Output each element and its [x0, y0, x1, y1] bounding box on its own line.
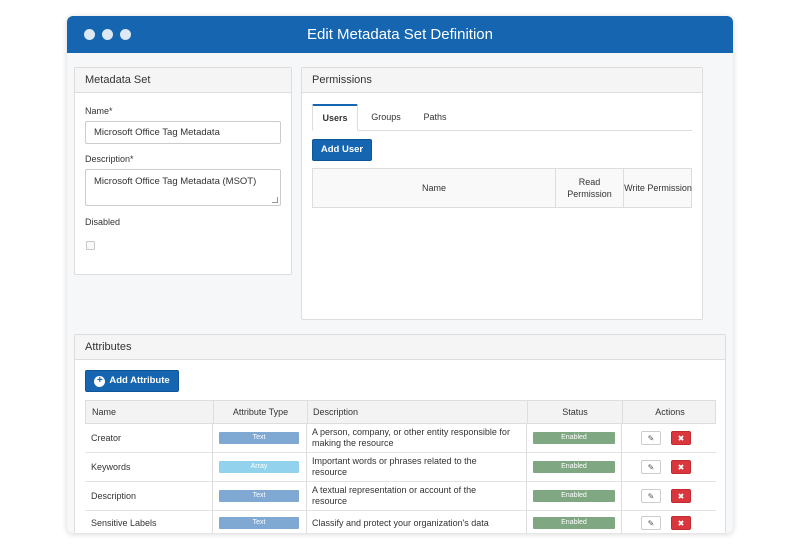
tab-groups[interactable]: Groups	[364, 104, 408, 131]
add-user-button[interactable]: Add User	[312, 139, 372, 161]
column-divider	[621, 453, 622, 481]
close-icon: ✖	[677, 491, 685, 501]
tab-users[interactable]: Users	[312, 104, 358, 131]
column-divider	[212, 424, 213, 452]
column-header-status[interactable]: Status	[528, 401, 622, 423]
column-divider	[621, 482, 622, 510]
permissions-heading: Permissions	[302, 68, 702, 93]
close-icon: ✖	[677, 433, 685, 443]
tab-paths[interactable]: Paths	[416, 104, 454, 131]
plus-circle-icon: +	[94, 375, 106, 387]
column-header-name[interactable]: Name	[92, 401, 212, 423]
column-divider	[306, 424, 307, 452]
app-window: Edit Metadata Set Definition Metadata Se…	[67, 16, 733, 533]
column-divider	[212, 511, 213, 533]
column-divider	[526, 482, 527, 510]
description-label: Description*	[85, 154, 134, 164]
name-input[interactable]	[85, 121, 281, 144]
column-divider	[621, 511, 622, 533]
attributes-heading: Attributes	[75, 335, 725, 360]
disabled-checkbox[interactable]	[86, 241, 95, 250]
column-header-name[interactable]: Name	[313, 169, 555, 207]
add-attribute-label: Add Attribute	[109, 375, 170, 386]
attribute-description: Classify and protect your organization's…	[312, 518, 489, 528]
add-attribute-button[interactable]: + Add Attribute	[85, 370, 179, 392]
column-divider	[212, 453, 213, 481]
column-header-attribute-type[interactable]: Attribute Type	[214, 401, 307, 423]
edit-button[interactable]: ✎	[641, 516, 661, 530]
attribute-name: Keywords	[91, 462, 131, 472]
column-divider	[212, 482, 213, 510]
column-header-actions: Actions	[655, 407, 685, 417]
column-divider	[526, 511, 527, 533]
content-area: Metadata Set Name* Description* Microsof…	[67, 53, 733, 533]
edit-icon: ✎	[647, 433, 655, 443]
attribute-name: Sensitive Labels	[91, 518, 157, 528]
attribute-type-badge: Array	[219, 461, 299, 473]
attributes-panel: Attributes + Add Attribute Name Attribut…	[74, 334, 726, 533]
attribute-name: Creator	[91, 433, 122, 443]
status-badge: Enabled	[533, 432, 615, 444]
column-header-description[interactable]: Description	[313, 401, 523, 423]
column-header-write-permission[interactable]: Write Permission	[624, 169, 692, 207]
delete-button[interactable]: ✖	[671, 489, 691, 503]
permissions-panel: Permissions Users Groups Paths Add User …	[301, 67, 703, 320]
delete-button[interactable]: ✖	[671, 460, 691, 474]
edit-button[interactable]: ✎	[641, 460, 661, 474]
delete-button[interactable]: ✖	[671, 431, 691, 445]
table-header: Name Attribute Type Description Status A…	[85, 400, 716, 424]
status-badge: Enabled	[533, 517, 615, 529]
column-divider	[306, 453, 307, 481]
description-textarea[interactable]: Microsoft Office Tag Metadata (MSOT)	[85, 169, 281, 206]
attribute-type-badge: Text	[219, 517, 299, 529]
attribute-description: A person, company, or other entity respo…	[312, 427, 510, 448]
close-icon: ✖	[677, 462, 685, 472]
table-row[interactable]: Sensitive Labels Text Classify and prote…	[85, 511, 716, 533]
edit-button[interactable]: ✎	[641, 489, 661, 503]
edit-icon: ✎	[647, 518, 655, 528]
description-value: Microsoft Office Tag Metadata (MSOT)	[94, 176, 257, 187]
metadata-set-panel: Metadata Set Name* Description* Microsof…	[74, 67, 292, 275]
column-divider	[306, 511, 307, 533]
attribute-name: Description	[91, 491, 137, 501]
permissions-tabs: Users Groups Paths	[312, 104, 692, 131]
resize-handle-icon[interactable]	[272, 197, 278, 203]
window-title: Edit Metadata Set Definition	[307, 26, 493, 43]
table-row[interactable]: Description Text A textual representatio…	[85, 482, 716, 511]
column-divider	[526, 453, 527, 481]
edit-icon: ✎	[647, 462, 655, 472]
attribute-type-badge: Text	[219, 432, 299, 444]
table-row[interactable]: Creator Text A person, company, or other…	[85, 424, 716, 453]
edit-button[interactable]: ✎	[641, 431, 661, 445]
title-bar: Edit Metadata Set Definition	[67, 16, 733, 53]
attribute-description: Important words or phrases related to th…	[312, 456, 477, 477]
close-icon: ✖	[677, 518, 685, 528]
metadata-set-heading: Metadata Set	[75, 68, 291, 93]
status-badge: Enabled	[533, 461, 615, 473]
attribute-description: A textual representation or account of t…	[312, 485, 477, 506]
column-divider	[526, 424, 527, 452]
permissions-table: Name Read Permission Write Permission	[312, 168, 692, 208]
table-row[interactable]: Keywords Array Important words or phrase…	[85, 453, 716, 482]
name-label: Name*	[85, 106, 113, 116]
disabled-label: Disabled	[85, 217, 121, 227]
delete-button[interactable]: ✖	[671, 516, 691, 530]
column-divider	[621, 424, 622, 452]
attribute-type-badge: Text	[219, 490, 299, 502]
column-header-read-permission[interactable]: Read Permission	[556, 169, 623, 207]
column-divider	[307, 401, 308, 423]
edit-icon: ✎	[647, 491, 655, 501]
status-badge: Enabled	[533, 490, 615, 502]
column-divider	[306, 482, 307, 510]
